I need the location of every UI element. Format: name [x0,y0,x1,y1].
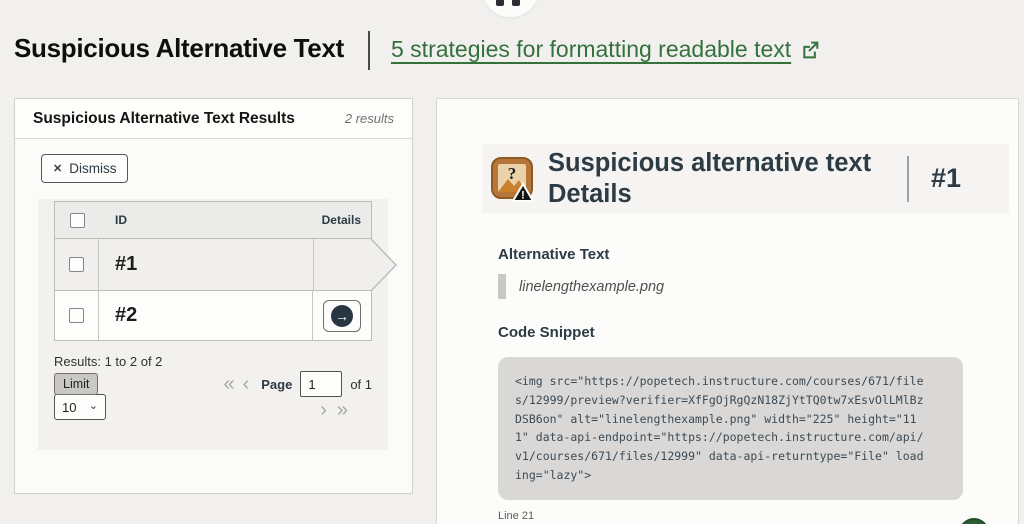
page: Suspicious Alternative Text 5 strategies… [0,0,1024,524]
code-snippet-heading: Code Snippet [498,324,963,341]
results-summary: Results: 1 to 2 of 2 [54,354,372,369]
row-details-button[interactable]: → [323,300,361,332]
results-table-section: ID Details #1 [38,199,388,450]
details-panel: ? ! Suspicious alternative text Details … [436,98,1019,524]
row-details-cell [313,239,372,290]
svg-text:?: ? [508,164,517,183]
alternative-text-quote: linelengthexample.png [498,274,963,299]
logo-dot-icon [512,0,520,6]
alternative-text-value: linelengthexample.png [519,279,664,295]
row-id: #1 [99,239,313,290]
strategies-link-label: 5 strategies for formatting readable tex… [391,36,791,63]
suspicious-image-icon: ? ! [489,156,535,202]
pagination: « ‹ Page of 1 › » [222,371,372,420]
row-check-cell [55,291,99,340]
page-of-label: of 1 [350,377,372,392]
next-page-icon[interactable]: › [320,400,327,420]
details-header-band: ? ! Suspicious alternative text Details … [482,144,1009,213]
details-divider [907,156,909,202]
logo-dot-icon [496,0,504,6]
results-table: ID Details #1 [54,201,372,341]
logo-circle [482,0,539,17]
dismiss-label: Dismiss [69,161,116,176]
page-number-input[interactable] [300,371,342,397]
row-details-cell: → [312,291,371,340]
results-count: 2 results [345,111,394,126]
strategies-link[interactable]: 5 strategies for formatting readable tex… [391,36,820,63]
row-checkbox[interactable] [69,257,84,272]
details-content: Alternative Text linelengthexample.png C… [498,246,963,522]
header-divider [368,31,370,70]
row-id: #2 [99,291,312,340]
limit-button[interactable]: Limit [54,373,98,395]
code-snippet: <img src="https://popetech.instructure.c… [498,357,963,500]
result-number: #1 [931,163,961,194]
column-header-id: ID [99,213,301,227]
last-page-icon[interactable]: » [337,400,348,420]
quote-bar [498,274,506,299]
chevron-down-icon: ⌄ [89,399,98,412]
prev-page-icon[interactable]: ‹ [243,374,250,394]
results-panel: Suspicious Alternative Text Results 2 re… [14,98,413,494]
selected-row-pennant-icon [371,238,398,292]
arrow-right-icon: → [331,305,353,327]
table-header-row: ID Details [54,201,372,239]
table-controls: Limit 10 ⌄ « ‹ Page of 1 › [54,373,372,420]
svg-text:!: ! [521,189,525,201]
close-icon: ✕ [53,162,62,175]
table-row[interactable]: #2 → [54,291,372,341]
select-all-checkbox[interactable] [70,213,85,228]
first-page-icon[interactable]: « [223,374,234,394]
table-header-check-cell [55,213,99,228]
row-check-cell [55,239,99,290]
dismiss-button[interactable]: ✕ Dismiss [41,154,128,183]
green-action-button-partial[interactable] [959,518,989,524]
row-checkbox[interactable] [69,308,84,323]
limit-value: 10 [62,400,76,415]
results-panel-header: Suspicious Alternative Text Results 2 re… [15,99,412,139]
page-title: Suspicious Alternative Text [14,33,344,64]
external-link-icon [800,40,820,60]
results-panel-title: Suspicious Alternative Text Results [33,110,295,128]
limit-select[interactable]: 10 ⌄ [54,394,106,420]
line-number-label: Line 21 [498,510,963,522]
column-header-details: Details [301,213,371,227]
table-row[interactable]: #1 [54,239,372,291]
alternative-text-heading: Alternative Text [498,246,963,263]
details-title: Suspicious alternative text Details [548,148,903,210]
page-label: Page [261,377,292,392]
